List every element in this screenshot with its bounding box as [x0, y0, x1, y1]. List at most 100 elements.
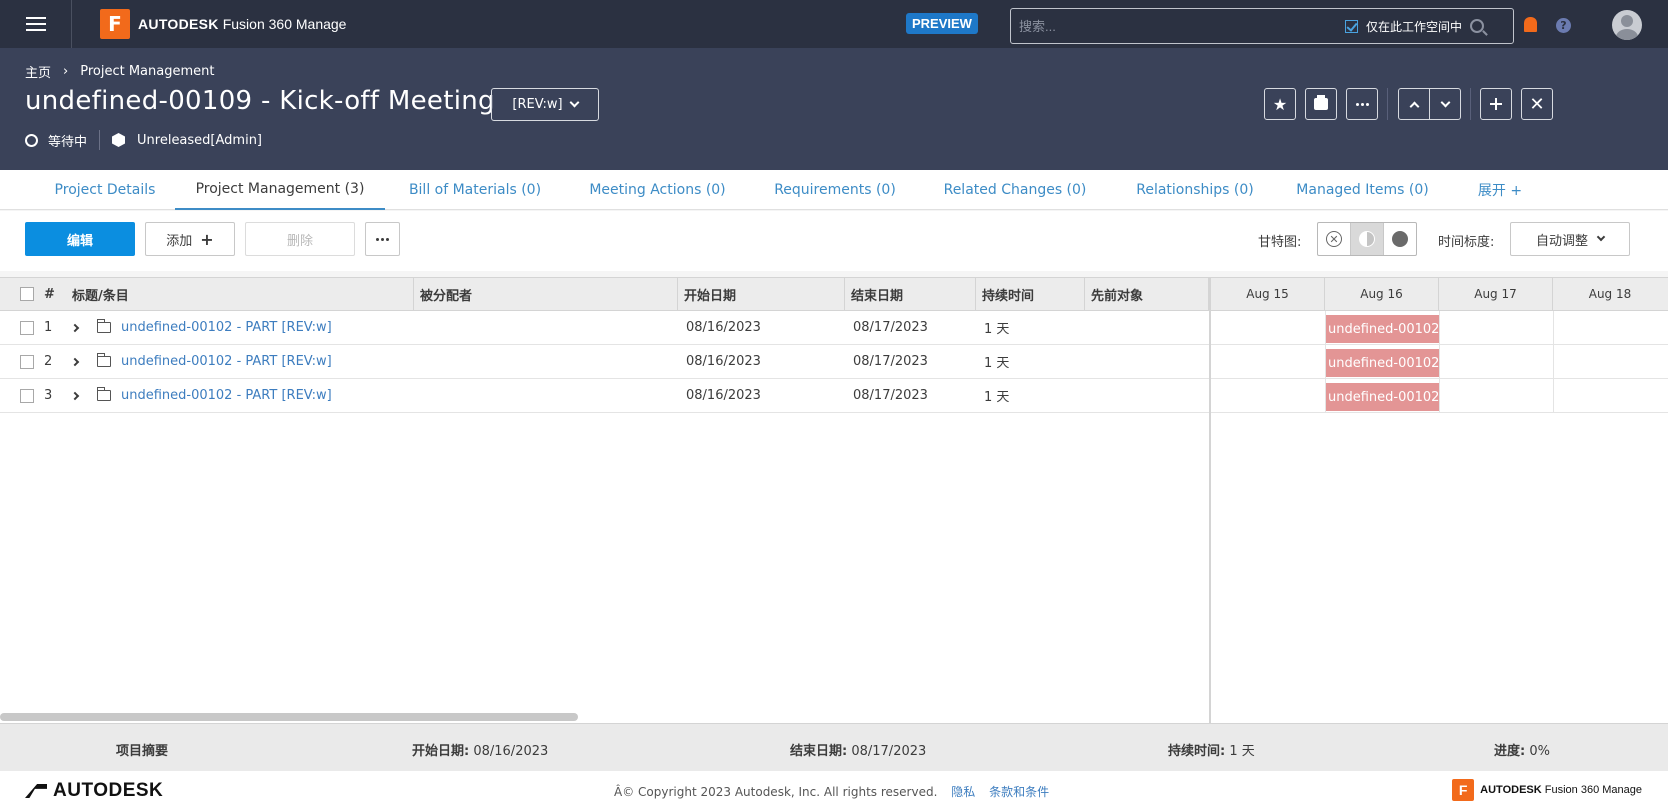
chevron-right-icon: ›	[63, 64, 69, 79]
end-date-cell: 08/17/2023	[853, 354, 928, 369]
more-actions-button[interactable]	[1346, 88, 1378, 120]
column-duration[interactable]: 持续时间	[976, 278, 1085, 310]
search-icon[interactable]	[1470, 19, 1485, 33]
previous-item-button[interactable]	[1398, 88, 1430, 120]
gantt-bar[interactable]: undefined-00102 - PART	[1326, 383, 1439, 411]
tab-meeting-actions[interactable]: Meeting Actions (0)	[585, 170, 730, 210]
gantt-full-option[interactable]	[1384, 223, 1416, 255]
plus-icon: +	[200, 229, 214, 249]
row-checkbox[interactable]	[20, 379, 34, 412]
copyright: Â© Copyright 2023 Autodesk, Inc. All rig…	[614, 785, 1050, 799]
tab-project-details[interactable]: Project Details	[45, 170, 165, 210]
collapse-header-button[interactable]	[1480, 88, 1512, 120]
terms-link[interactable]: 条款和条件	[989, 785, 1049, 799]
fusion-logo-icon: F	[100, 9, 130, 39]
gantt-bar[interactable]: undefined-00102 - PART	[1326, 315, 1439, 343]
star-icon: ★	[1272, 94, 1288, 114]
divider	[1387, 88, 1388, 120]
row-number: 3	[44, 388, 53, 403]
privacy-link[interactable]: 隐私	[951, 785, 975, 799]
toolbar: 编辑 添加 + 删除 甘特图: ✕ 时间标度: 自动调整	[0, 211, 1668, 271]
lifecycle-status[interactable]: Unreleased[Admin]	[137, 133, 262, 148]
expand-row-button[interactable]	[70, 345, 80, 378]
edit-button[interactable]: 编辑	[25, 222, 135, 256]
menu-button[interactable]	[0, 0, 72, 48]
item-link[interactable]: undefined-00102 - PART [REV:w]	[121, 345, 332, 378]
workspace-scope-checkbox[interactable]	[1345, 19, 1358, 33]
user-avatar[interactable]	[1612, 10, 1642, 40]
end-date-cell: 08/17/2023	[853, 388, 928, 403]
breadcrumb-current[interactable]: Project Management	[80, 64, 214, 79]
gantt-gridline	[1439, 311, 1440, 413]
delete-button[interactable]: 删除	[245, 222, 355, 256]
gantt-split-option[interactable]	[1351, 223, 1384, 255]
half-circle-icon	[1359, 231, 1375, 247]
cube-icon	[112, 133, 126, 147]
gantt-bar[interactable]: undefined-00102 - PART	[1326, 349, 1439, 377]
notification-bell-icon[interactable]	[1524, 17, 1537, 32]
column-title[interactable]: 标题/条目	[66, 278, 414, 310]
autodesk-logo[interactable]: AUTODESK	[25, 780, 163, 802]
gantt-day-header: Aug 15	[1211, 278, 1325, 310]
breadcrumb: 主页 › Project Management	[25, 62, 214, 81]
print-button[interactable]	[1305, 88, 1337, 120]
fusion-logo-icon: F	[1452, 779, 1475, 801]
gantt-hide-option[interactable]: ✕	[1318, 223, 1351, 255]
summary-progress: 进度: 0%	[1494, 744, 1550, 759]
column-predecessor[interactable]: 先前对象	[1085, 278, 1209, 310]
tab-related-changes[interactable]: Related Changes (0)	[935, 170, 1095, 210]
item-link[interactable]: undefined-00102 - PART [REV:w]	[121, 311, 332, 344]
summary-end: 结束日期: 08/17/2023	[790, 744, 927, 759]
tab-relationships[interactable]: Relationships (0)	[1125, 170, 1265, 210]
autodesk-mark-icon	[25, 784, 47, 798]
workspace-scope-label: 仅在此工作空间中	[1366, 19, 1463, 34]
next-item-button[interactable]	[1429, 88, 1461, 120]
horizontal-scrollbar[interactable]	[0, 713, 578, 721]
more-options-button[interactable]	[365, 222, 400, 256]
breadcrumb-home[interactable]: 主页	[25, 62, 51, 81]
folder-icon	[97, 311, 111, 344]
more-icon	[1355, 102, 1369, 106]
tab-expand[interactable]: 展开 +	[1470, 170, 1530, 210]
time-scale-select[interactable]: 自动调整	[1510, 222, 1630, 256]
duration-cell: 1 天	[984, 356, 1010, 371]
project-summary: 项目摘要 开始日期: 08/16/2023 结束日期: 08/17/2023 持…	[0, 723, 1668, 771]
search-input[interactable]	[1011, 18, 1341, 34]
tab-managed-items[interactable]: Managed Items (0)	[1290, 170, 1435, 210]
summary-duration: 持续时间: 1 天	[1168, 744, 1255, 759]
chevron-right-icon	[70, 357, 80, 366]
item-link[interactable]: undefined-00102 - PART [REV:w]	[121, 379, 332, 412]
close-button[interactable]: ✕	[1521, 88, 1553, 120]
close-icon: ✕	[1529, 93, 1545, 115]
column-end-date[interactable]: 结束日期	[845, 278, 976, 310]
tab-bill-of-materials[interactable]: Bill of Materials (0)	[400, 170, 550, 210]
divider	[99, 130, 101, 150]
row-number: 2	[44, 354, 53, 369]
duration-cell: 1 天	[984, 390, 1010, 405]
app-brand[interactable]: F AUTODESK Fusion 360 Manage	[100, 9, 346, 39]
column-assignee[interactable]: 被分配者	[414, 278, 678, 310]
favorite-button[interactable]: ★	[1264, 88, 1296, 120]
column-start-date[interactable]: 开始日期	[678, 278, 845, 310]
chevron-right-icon	[70, 391, 80, 400]
row-checkbox[interactable]	[20, 345, 34, 378]
gantt-splitter[interactable]	[1209, 277, 1211, 723]
tab-project-management[interactable]: Project Management (3)	[175, 170, 385, 210]
tab-requirements[interactable]: Requirements (0)	[770, 170, 900, 210]
expand-row-button[interactable]	[70, 311, 80, 344]
add-label: 添加	[166, 233, 193, 249]
compress-icon	[1490, 98, 1502, 110]
select-all-checkbox[interactable]	[20, 287, 34, 301]
expand-row-button[interactable]	[70, 379, 80, 412]
full-circle-icon	[1392, 231, 1408, 247]
column-num[interactable]: #	[38, 278, 66, 310]
row-checkbox[interactable]	[20, 311, 34, 344]
footer-brand: F AUTODESK Fusion 360 Manage	[1452, 779, 1642, 801]
start-date-cell: 08/16/2023	[686, 354, 761, 369]
help-icon[interactable]: ?	[1556, 18, 1571, 33]
brand-name: AUTODESK Fusion 360 Manage	[138, 16, 347, 32]
add-button[interactable]: 添加 +	[145, 222, 235, 256]
revision-dropdown[interactable]: [REV:w]	[491, 88, 599, 121]
chevron-down-icon	[1440, 97, 1450, 107]
project-grid: # 标题/条目 被分配者 开始日期 结束日期 持续时间 先前对象 Aug 15 …	[0, 277, 1668, 723]
